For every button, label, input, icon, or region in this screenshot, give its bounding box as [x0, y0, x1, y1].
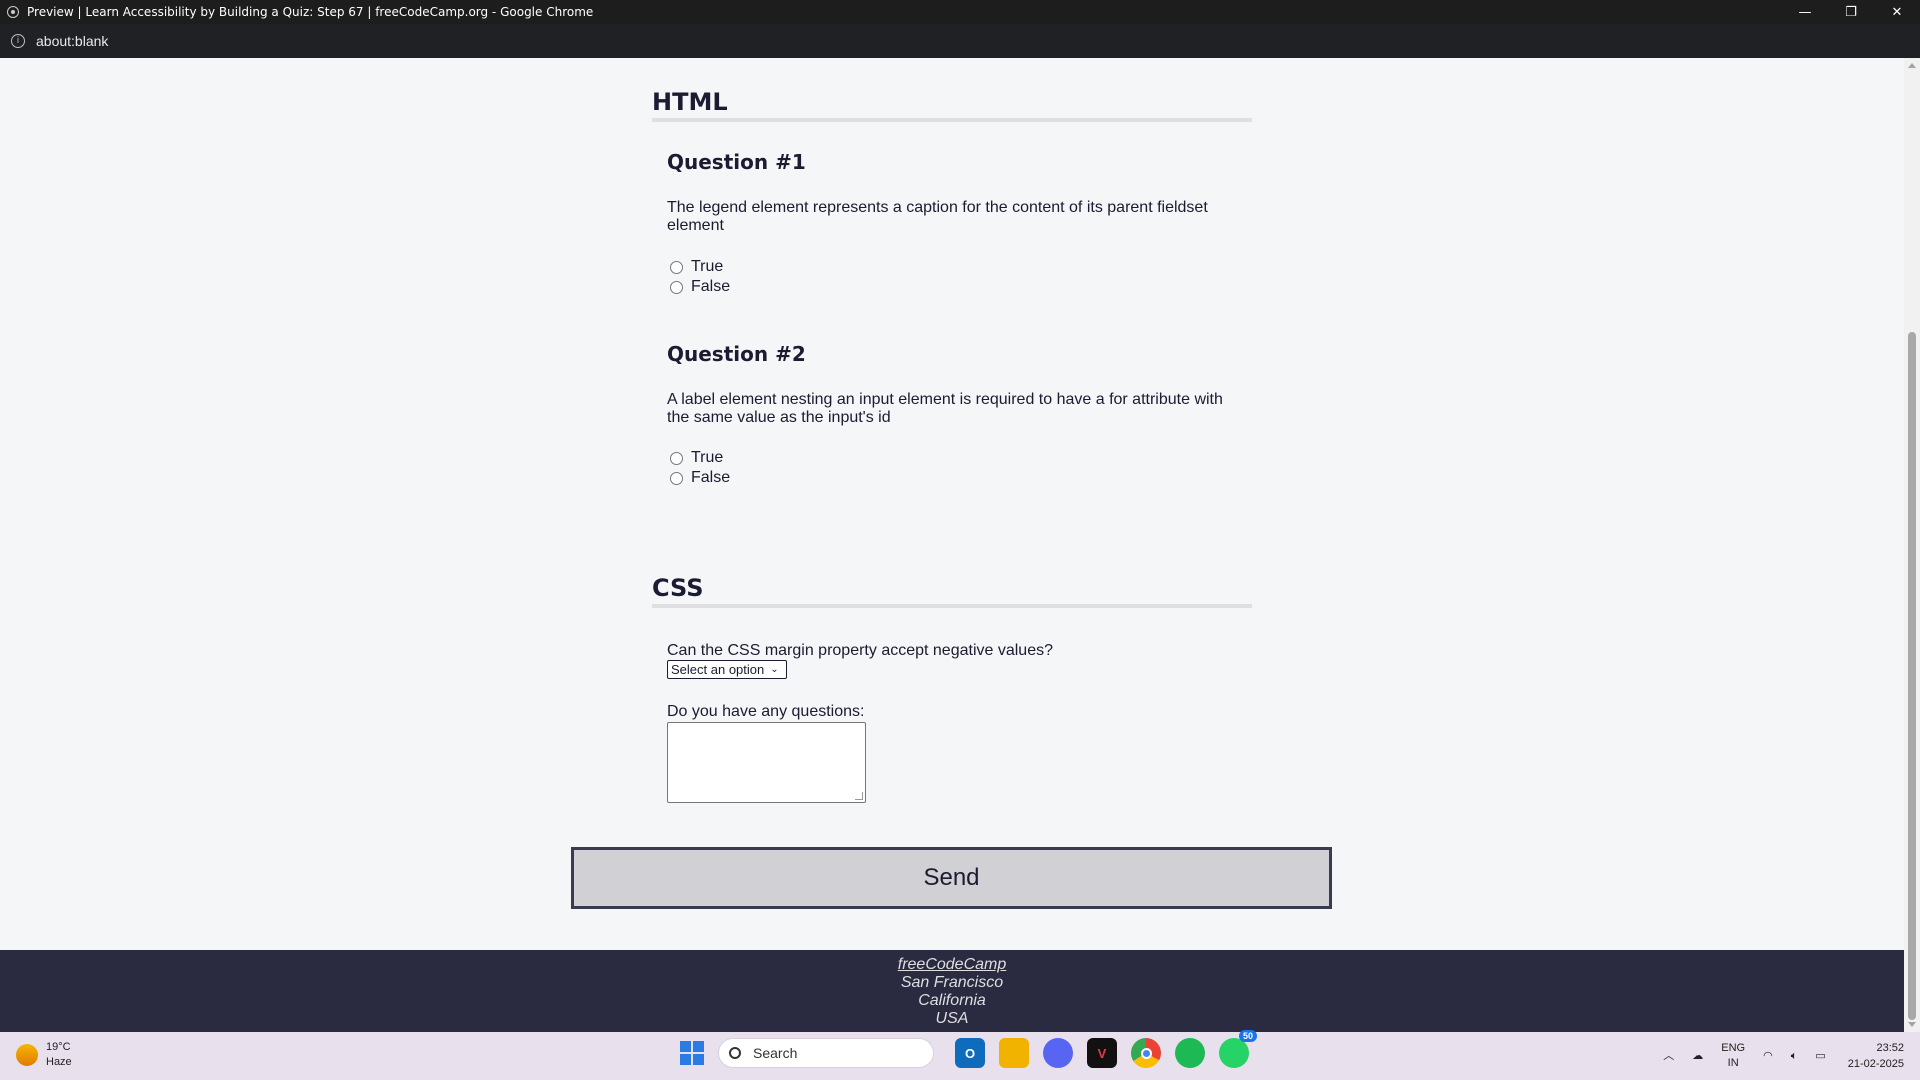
q2-option-true[interactable]: True — [670, 448, 723, 468]
scroll-up-icon[interactable] — [1908, 63, 1916, 68]
option-label: True — [691, 258, 724, 275]
scroll-down-icon[interactable] — [1908, 1022, 1916, 1027]
questions-textarea[interactable] — [667, 722, 866, 803]
question-2-heading: Question #2 — [667, 342, 806, 366]
whatsapp-icon[interactable]: 50 — [1219, 1030, 1257, 1068]
resize-grip-icon[interactable] — [855, 792, 863, 800]
radio-button[interactable] — [670, 260, 683, 274]
option-label: False — [691, 469, 731, 486]
freecodecamp-link[interactable]: freeCodeCamp — [898, 956, 1007, 973]
taskbar-search[interactable]: Search — [718, 1038, 934, 1068]
weather-temp: 19°C — [46, 1041, 71, 1053]
radio-button[interactable] — [670, 280, 683, 294]
search-placeholder: Search — [753, 1045, 798, 1061]
page-viewport: HTML Question #1 The legend element repr… — [0, 58, 1904, 1032]
question-2-text: A label element nesting an input element… — [667, 391, 1223, 426]
battery-icon[interactable]: ▭ — [1815, 1049, 1825, 1064]
textarea-label: Do you have any questions: — [667, 703, 865, 720]
question-1-heading: Question #1 — [667, 150, 806, 174]
valorant-icon[interactable]: V — [1087, 1038, 1117, 1068]
css-section-heading: CSS — [652, 574, 1252, 608]
close-button[interactable]: ✕ — [1874, 0, 1920, 24]
select-label: Can the CSS margin property accept negat… — [667, 642, 1053, 659]
system-tray: ︿ ☁ ENG IN ◠ 🔈︎ ▭ 23:52 21-02-2025 — [1645, 1040, 1904, 1072]
haze-icon — [16, 1044, 38, 1066]
margin-select[interactable]: Select an option ⌄ — [667, 660, 787, 679]
page-footer: freeCodeCamp San Francisco California US… — [0, 950, 1904, 1032]
weather-widget[interactable]: 19°C Haze — [16, 1040, 72, 1070]
chevron-up-icon[interactable]: ︿ — [1663, 1049, 1674, 1064]
radio-button[interactable] — [670, 451, 683, 465]
option-label: False — [691, 278, 731, 295]
radio-button[interactable] — [670, 471, 683, 485]
info-icon[interactable]: i — [11, 34, 25, 48]
chrome-app-icon — [6, 5, 20, 19]
discord-icon[interactable] — [1043, 1038, 1073, 1068]
address-line: California — [918, 992, 986, 1009]
restore-button[interactable]: ❐ — [1828, 0, 1874, 24]
address-line: USA — [935, 1010, 969, 1027]
notification-badge: 50 — [1238, 1030, 1257, 1042]
file-explorer-icon[interactable] — [999, 1038, 1029, 1068]
wifi-icon[interactable]: ◠ — [1763, 1049, 1773, 1064]
scroll-thumb[interactable] — [1908, 332, 1916, 1020]
start-button[interactable] — [680, 1041, 704, 1065]
url-text[interactable]: about:blank — [36, 33, 108, 49]
address-line: San Francisco — [900, 974, 1004, 991]
address-bar[interactable]: i about:blank — [0, 24, 1920, 58]
html-section-heading: HTML — [652, 88, 1252, 122]
send-button[interactable]: Send — [571, 847, 1332, 909]
window-title: Preview | Learn Accessibility by Buildin… — [27, 5, 594, 19]
select-value: Select an option — [671, 662, 765, 677]
chrome-icon[interactable] — [1131, 1038, 1161, 1068]
question-1-text: The legend element represents a caption … — [667, 199, 1208, 234]
language-indicator[interactable]: ENG IN — [1721, 1041, 1745, 1071]
chevron-down-icon: ⌄ — [770, 664, 779, 675]
search-icon — [729, 1047, 741, 1059]
weather-condition: Haze — [46, 1056, 72, 1068]
clock[interactable]: 23:52 21-02-2025 — [1848, 1040, 1904, 1072]
q2-option-false[interactable]: False — [670, 468, 730, 488]
taskbar-center: Search O V 50 — [680, 1030, 1257, 1068]
q1-option-false[interactable]: False — [670, 277, 730, 297]
spotify-icon[interactable] — [1175, 1038, 1205, 1068]
windows-taskbar: 19°C Haze Search O V 50 ︿ ☁ ENG IN ◠ 🔈︎ — [0, 1030, 1920, 1080]
minimize-button[interactable]: — — [1782, 0, 1828, 24]
page-scrollbar[interactable] — [1904, 58, 1920, 1032]
window-titlebar: Preview | Learn Accessibility by Buildin… — [0, 0, 1920, 24]
q1-option-true[interactable]: True — [670, 257, 723, 277]
onedrive-icon[interactable]: ☁ — [1692, 1049, 1703, 1064]
option-label: True — [691, 449, 724, 466]
volume-icon[interactable]: 🔈︎ — [1791, 1049, 1798, 1064]
outlook-icon[interactable]: O — [955, 1038, 985, 1068]
